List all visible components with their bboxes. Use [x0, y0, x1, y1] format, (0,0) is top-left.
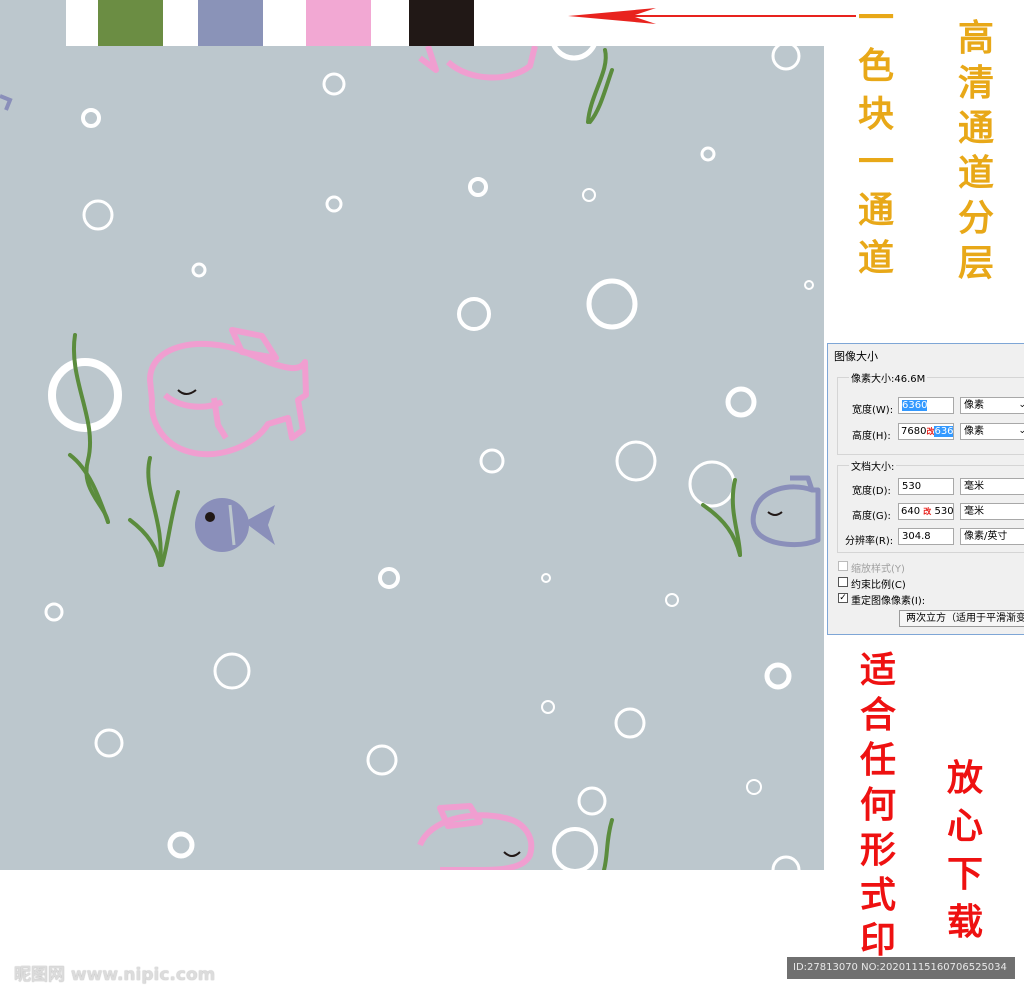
pattern-background	[0, 0, 824, 870]
char: 心	[947, 805, 984, 847]
char: 合	[860, 694, 897, 736]
char: 形	[860, 829, 897, 871]
image-size-dialog: 图像大小 像素大小:46.6M 宽度(W): 6360 像素 ⌄ 高度(H): 7…	[827, 343, 1024, 635]
red-arrow-icon	[568, 8, 856, 24]
char: 道	[958, 152, 995, 194]
red-text-suitable-any-print: 适合任何形式印	[860, 652, 896, 958]
height-new-value: 6360	[934, 426, 953, 437]
site-watermark: 昵图网 www.nipic.com	[14, 965, 216, 985]
doc-width-unit-select[interactable]: 毫米	[960, 478, 1024, 495]
char: 高	[958, 17, 995, 59]
height-unit-select[interactable]: 像素 ⌄	[960, 423, 1024, 440]
chevron-down-icon: ⌄	[1018, 424, 1024, 439]
height-unit: 像素	[964, 426, 984, 437]
swatch-blue	[198, 0, 263, 46]
doc-height-field[interactable]: 640 改 530	[898, 503, 954, 520]
resolution-unit-select[interactable]: 像素/英寸	[960, 528, 1024, 545]
blue-fish-eye	[205, 512, 215, 522]
scale-styles-checkbox[interactable]	[838, 561, 848, 571]
width-unit-select[interactable]: 像素 ⌄	[960, 397, 1024, 414]
width-label: 宽度(W):	[852, 405, 894, 416]
resolution-label: 分辨率(R):	[845, 536, 894, 547]
doc-height-label: 高度(G):	[852, 511, 891, 522]
doc-width-field[interactable]: 530	[898, 478, 954, 495]
constrain-proportions-label: 约束比例(C)	[851, 580, 906, 591]
doc-height-unit: 毫米	[964, 506, 984, 517]
char: 道	[858, 237, 895, 279]
char: 印	[860, 919, 897, 961]
chevron-down-icon: ⌄	[1018, 398, 1024, 413]
char: 何	[860, 784, 897, 826]
gold-text-hd-channel-layers: 高清通道分层	[958, 20, 994, 281]
char: 块	[858, 93, 895, 135]
height-label: 高度(H):	[852, 431, 891, 442]
char: 分	[958, 197, 995, 239]
resample-checkbox[interactable]: ✓	[838, 593, 848, 603]
resample-label: 重定图像像素(I):	[851, 596, 926, 607]
height-old-value: 7680	[901, 426, 927, 437]
doc-width-value: 530	[902, 481, 922, 492]
char: 适	[860, 649, 897, 691]
resolution-field[interactable]: 304.8	[898, 528, 954, 545]
width-field[interactable]: 6360	[898, 397, 954, 414]
document-size-label: 文档大小:	[849, 458, 897, 473]
width-value: 6360	[902, 400, 928, 411]
char: 下	[947, 853, 984, 895]
doc-width-unit: 毫米	[964, 481, 984, 492]
char: 放	[947, 757, 984, 799]
char: 通	[958, 107, 995, 149]
doc-height-change-mark: 改	[923, 507, 932, 516]
gold-text-one-block-one-channel: 一色块一通道	[858, 0, 894, 276]
doc-height-unit-select[interactable]: 毫米	[960, 503, 1024, 520]
dialog-title: 图像大小	[834, 350, 878, 363]
doc-height-new-value: 530	[934, 506, 954, 517]
char: 式	[860, 874, 897, 916]
red-text-download-safely: 放心下载	[947, 760, 983, 940]
pixel-size-group	[837, 377, 1024, 455]
char: 通	[858, 189, 895, 231]
char: 任	[860, 739, 897, 781]
pattern-artwork	[0, 0, 824, 870]
char: 一	[858, 141, 895, 183]
char: 载	[947, 901, 984, 943]
doc-width-label: 宽度(D):	[852, 486, 891, 497]
image-id-bar: ID:27813070 NO:20201115160706525034	[787, 957, 1015, 979]
swatch-black	[409, 0, 474, 46]
doc-height-old-value: 640	[901, 506, 921, 517]
resolution-value: 304.8	[902, 531, 931, 542]
char: 层	[958, 242, 995, 284]
swatch-green	[98, 0, 163, 46]
constrain-proportions-checkbox[interactable]	[838, 577, 848, 587]
width-unit: 像素	[964, 400, 984, 411]
swatch-pink	[306, 0, 371, 46]
resample-method-select[interactable]: 两次立方（适用于平滑渐变	[899, 610, 1024, 627]
resample-method: 两次立方（适用于平滑渐变	[906, 613, 1024, 624]
pixel-size-label: 像素大小:46.6M	[849, 370, 928, 385]
height-field[interactable]: 7680改6360	[898, 423, 954, 440]
resolution-unit: 像素/英寸	[964, 531, 1008, 542]
char: 清	[958, 62, 995, 104]
char: 色	[858, 45, 895, 87]
scale-styles-label: 缩放样式(Y)	[851, 564, 905, 575]
char: 一	[858, 0, 895, 39]
